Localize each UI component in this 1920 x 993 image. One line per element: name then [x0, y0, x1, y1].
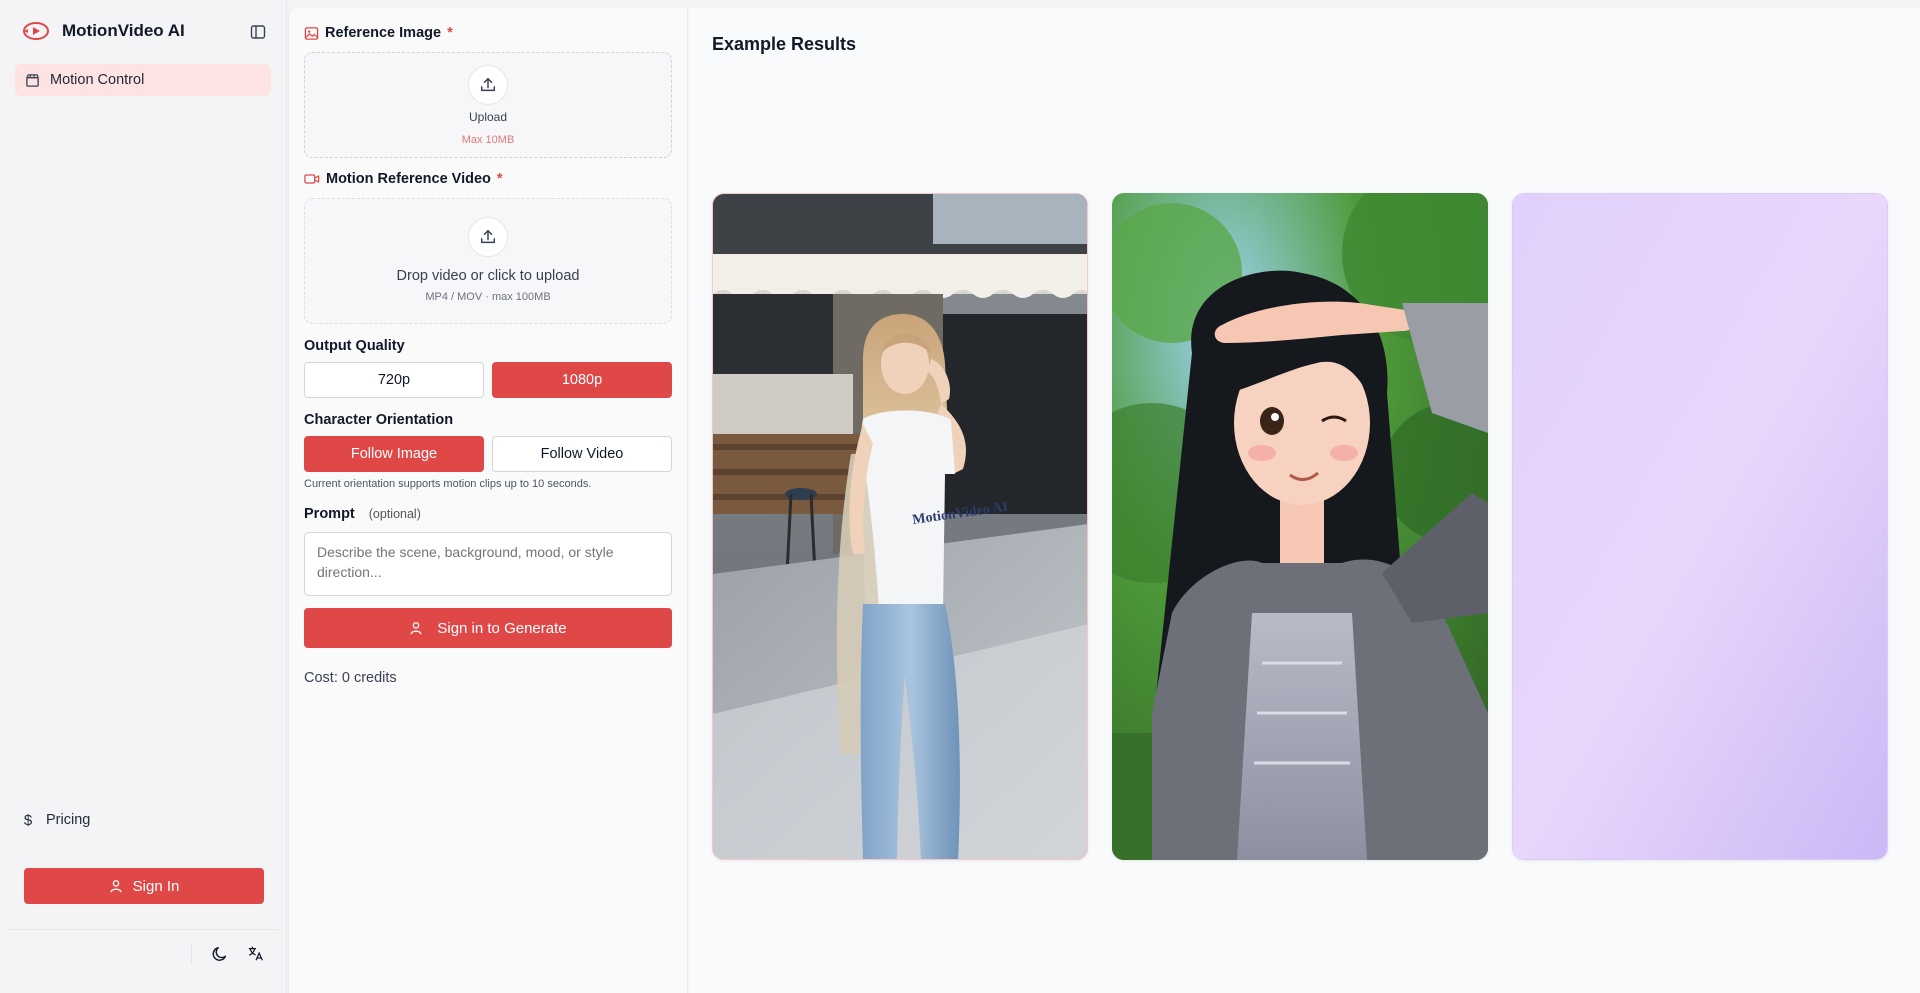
- user-icon: [110, 880, 122, 893]
- orientation-label: Character Orientation: [304, 412, 454, 428]
- upload-icon: [468, 65, 508, 105]
- divider: [191, 942, 192, 964]
- example-image-woman: MotionVideo AI: [713, 194, 1087, 859]
- follow-image-button[interactable]: Follow Image: [304, 436, 484, 472]
- brand-name: MotionVideo AI: [62, 21, 185, 40]
- image-icon: [304, 26, 319, 40]
- example-result-card[interactable]: [1512, 193, 1888, 860]
- sidebar-item-label: Motion Control: [50, 72, 145, 88]
- video-formats: MP4 / MOV · max 100MB: [425, 291, 551, 303]
- reference-image-label: Reference Image *: [304, 25, 453, 41]
- example-result-card[interactable]: [1112, 193, 1488, 860]
- prompt-title: Prompt: [304, 506, 355, 522]
- example-result-card[interactable]: MotionVideo AI: [712, 193, 1088, 860]
- translate-icon[interactable]: [244, 942, 268, 966]
- orientation-hint: Current orientation supports motion clip…: [304, 478, 592, 490]
- optional-tag: (optional): [368, 507, 421, 521]
- pricing-label: Pricing: [46, 812, 91, 828]
- generation-form: Reference Image * Upload Max 10MB Motion…: [288, 8, 688, 993]
- output-quality-label: Output Quality: [304, 338, 405, 354]
- dollar-icon: $: [23, 811, 33, 829]
- sidebar-item-motion-control[interactable]: Motion Control: [15, 64, 271, 96]
- required-mark: *: [496, 171, 503, 187]
- sidebar-item-pricing[interactable]: $ Pricing: [22, 808, 91, 832]
- drop-video-text: Drop video or click to upload: [396, 268, 580, 284]
- upload-label: Upload: [468, 110, 508, 124]
- sidebar-toggle-icon[interactable]: [247, 21, 269, 43]
- quality-720p-button[interactable]: 720p: [304, 362, 484, 398]
- sign-in-button[interactable]: Sign In: [24, 868, 264, 904]
- example-image-placeholder: [1513, 194, 1887, 859]
- sign-in-to-generate-button[interactable]: Sign in to Generate: [304, 608, 672, 648]
- generate-label: Sign in to Generate: [437, 619, 567, 637]
- clapperboard-icon: [26, 73, 39, 87]
- reference-image-title: Reference Image: [325, 25, 442, 41]
- motion-video-label: Motion Reference Video *: [304, 171, 503, 187]
- sidebar: MotionVideo AI Motion Control $ Pricing …: [0, 0, 287, 993]
- sign-in-label: Sign In: [132, 877, 180, 895]
- motion-video-dropzone[interactable]: Drop video or click to upload MP4 / MOV …: [304, 198, 672, 324]
- brand[interactable]: MotionVideo AI: [22, 19, 185, 43]
- reference-image-dropzone[interactable]: Upload Max 10MB: [304, 52, 672, 158]
- user-icon: [410, 622, 422, 635]
- prompt-input[interactable]: [304, 532, 672, 596]
- results-title: Example Results: [712, 34, 857, 54]
- divider: [8, 929, 279, 930]
- quality-1080p-button[interactable]: 1080p: [492, 362, 672, 398]
- required-mark: *: [447, 25, 453, 41]
- upload-limit: Max 10MB: [461, 134, 515, 146]
- cost-text: Cost: 0 credits: [304, 670, 397, 686]
- example-image-cartoon: [1112, 193, 1488, 860]
- moon-icon[interactable]: [208, 942, 232, 966]
- motion-video-title: Motion Reference Video: [326, 171, 491, 187]
- logo-icon: [22, 19, 50, 43]
- prompt-label: Prompt (optional): [304, 506, 421, 522]
- results-panel: Example Results MotionVideo AI: [689, 8, 1920, 993]
- upload-icon: [468, 217, 508, 257]
- video-icon: [304, 174, 320, 184]
- follow-video-button[interactable]: Follow Video: [492, 436, 672, 472]
